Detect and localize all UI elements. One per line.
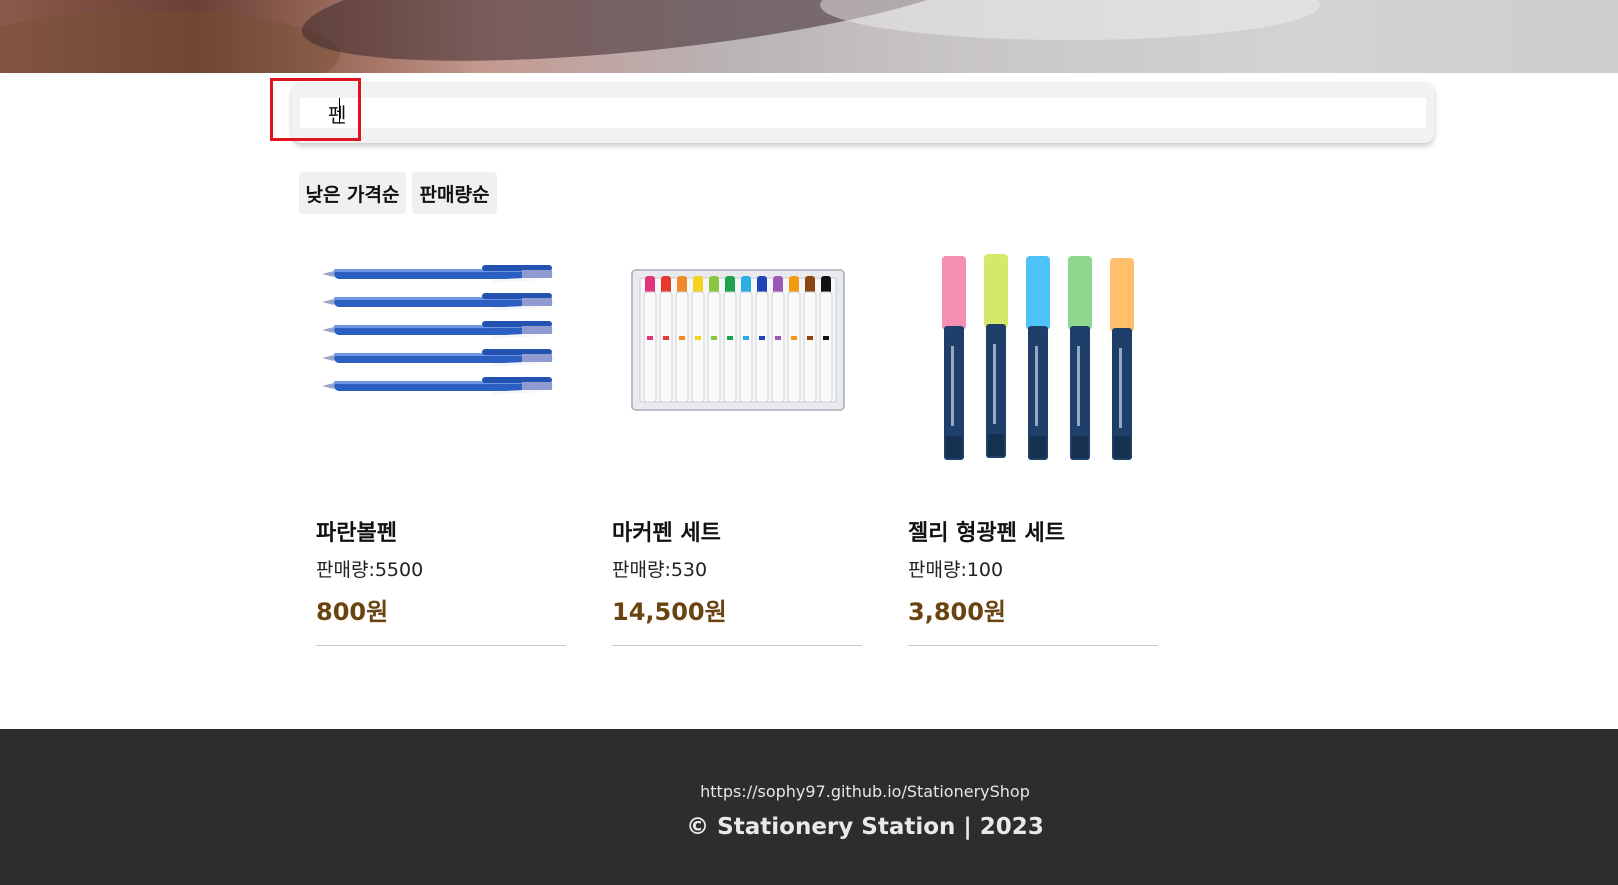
product-sales: 판매량:530 — [612, 555, 707, 582]
sales-count: 100 — [966, 559, 1004, 581]
footer-url[interactable]: https://sophy97.github.io/StationeryShop — [0, 782, 1618, 801]
product-sales: 판매량:100 — [908, 555, 1003, 582]
sales-label: 판매량: — [316, 559, 375, 581]
card-divider — [908, 645, 1158, 646]
search-bar — [292, 82, 1434, 143]
card-divider — [612, 645, 862, 646]
blue-ballpoint-pens-image[interactable] — [316, 240, 568, 480]
sales-count: 5500 — [374, 559, 424, 581]
sales-count: 530 — [670, 559, 708, 581]
product-card[interactable]: 마커펜 세트 판매량:530 14,500원 — [612, 240, 864, 646]
product-card[interactable]: 파란볼펜 판매량:5500 800원 — [316, 240, 568, 646]
sort-low-price-button[interactable]: 낮은 가격순 — [299, 172, 406, 214]
footer: https://sophy97.github.io/StationeryShop… — [0, 729, 1618, 885]
product-price: 14,500원 — [612, 598, 727, 626]
product-sales: 판매량:5500 — [316, 555, 423, 582]
product-price: 3,800원 — [908, 598, 1006, 626]
product-card[interactable]: 젤리 형광펜 세트 판매량:100 3,800원 — [908, 240, 1160, 646]
product-name[interactable]: 마커펜 세트 — [612, 515, 721, 547]
product-price: 800원 — [316, 598, 389, 626]
card-divider — [316, 645, 566, 646]
hero-banner-image — [0, 0, 1618, 73]
product-name[interactable]: 젤리 형광펜 세트 — [908, 515, 1065, 547]
sales-label: 판매량: — [908, 559, 967, 581]
marker-pen-set-image[interactable] — [612, 240, 864, 480]
search-input[interactable] — [300, 98, 1426, 128]
footer-copyright: © Stationery Station | 2023 — [686, 814, 1044, 840]
sort-sales-button[interactable]: 판매량순 — [412, 172, 497, 214]
product-name[interactable]: 파란볼펜 — [316, 515, 397, 547]
text-cursor — [339, 98, 340, 124]
jelly-highlighter-set-image[interactable] — [908, 240, 1160, 480]
sales-label: 판매량: — [612, 559, 671, 581]
